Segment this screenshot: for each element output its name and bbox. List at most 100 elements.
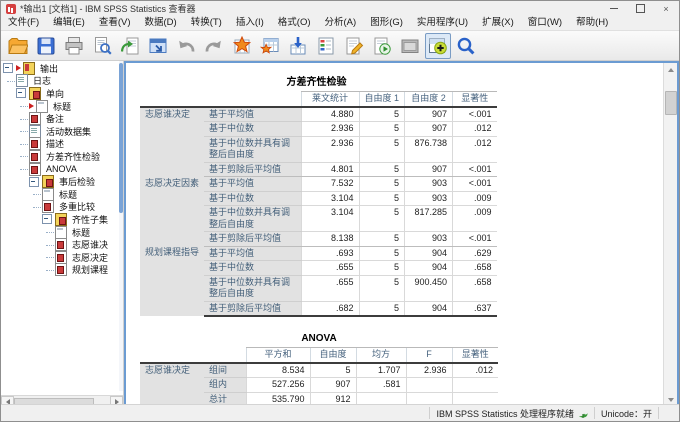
redo-button[interactable]	[201, 33, 227, 59]
table-cell: 5	[358, 106, 405, 122]
menu-o[interactable]: 格式(O)	[271, 16, 318, 30]
tree-item-规划课程[interactable]: 规划课程	[3, 263, 123, 277]
menu-w[interactable]: 窗口(W)	[521, 16, 569, 30]
doc-icon	[55, 250, 67, 264]
tree-item-ANOVA[interactable]: ANOVA	[3, 162, 123, 176]
table-cell: .658	[452, 275, 497, 302]
table-cell: 904	[404, 246, 453, 261]
doc-icon	[55, 263, 67, 277]
menu-h[interactable]: 帮助(H)	[569, 16, 615, 30]
outline-vertical-scrollbar[interactable]	[119, 61, 123, 391]
run-script-button[interactable]	[369, 33, 395, 59]
recall-dialogs-button[interactable]	[145, 33, 171, 59]
tree-item-备注[interactable]: 备注	[3, 112, 123, 126]
designate-window-button[interactable]	[397, 33, 423, 59]
print-button[interactable]	[61, 33, 87, 59]
scroll-up-arrow[interactable]	[664, 63, 677, 76]
content-vertical-scrollbar[interactable]	[663, 63, 677, 406]
undo-button[interactable]	[173, 33, 199, 59]
tree-item-志愿谁决[interactable]: 志愿谁决	[3, 238, 123, 252]
spss-app-icon	[6, 3, 16, 14]
save-button[interactable]	[33, 33, 59, 59]
run-script-icon	[374, 37, 391, 55]
table-cell: 8.534	[245, 362, 311, 378]
row-stub-label: 基于剪除后平均值	[204, 301, 302, 317]
tree-item-标题[interactable]: 标题	[3, 99, 123, 113]
export-button[interactable]	[117, 33, 143, 59]
table-row: 志愿谁决定 组间 8.534 5 1.707 2.936.012	[140, 362, 499, 406]
print-preview-icon	[95, 36, 112, 55]
menu-a[interactable]: 分析(A)	[318, 16, 364, 30]
insert-heading-icon	[346, 37, 364, 54]
output-table-anova[interactable]: 平方和 自由度 均方 F 显著性 志愿谁决定 组间 8.534 5 1.707 2.936.012 组…	[140, 347, 499, 406]
table-cell: 903	[404, 231, 453, 247]
open-file-button[interactable]	[5, 33, 31, 59]
row-stub-label: 组间	[204, 362, 247, 378]
export-icon	[120, 37, 139, 54]
insert-heading-button[interactable]	[341, 33, 367, 59]
tree-item-日志[interactable]: 日志	[3, 74, 123, 88]
close-button[interactable]: ×	[653, 1, 679, 16]
menu-g[interactable]: 图形(G)	[363, 16, 410, 30]
goto-case-button[interactable]	[257, 33, 283, 59]
tree-item-单向[interactable]: 单向	[3, 86, 123, 100]
table-cell: 5	[358, 176, 405, 192]
tree-item-方差齐性检验[interactable]: 方差齐性检验	[3, 149, 123, 163]
tree-item-label: 齐性子集	[72, 214, 109, 225]
menu-f[interactable]: 文件(F)	[1, 16, 46, 30]
doc-icon	[29, 137, 41, 151]
table-cell: .682	[300, 301, 360, 317]
scrollbar-thumb[interactable]	[119, 63, 123, 213]
outline-pane: 输出 日志 单向 标题 备注 活动数据集 描述 方差齐性检验 ANOVA 事后检验 标题 多重比较 齐性…	[1, 61, 124, 408]
tree-item-多重比较[interactable]: 多重比较	[3, 200, 123, 214]
collapse-expander-icon[interactable]	[42, 214, 52, 225]
print-preview-button[interactable]	[89, 33, 115, 59]
collapse-expander-icon[interactable]	[16, 88, 26, 99]
menu-d[interactable]: 数据(D)	[137, 16, 183, 30]
find-button[interactable]	[453, 33, 479, 59]
main-area: 输出 日志 单向 标题 备注 活动数据集 描述 方差齐性检验 ANOVA 事后检验 标题 多重比较 齐性…	[1, 61, 679, 408]
window-title: *输出1 [文档1] - IBM SPSS Statistics 查看器	[20, 4, 196, 14]
outline-tree: 输出 日志 单向 标题 备注 活动数据集 描述 方差齐性检验 ANOVA 事后检验 标题 多重比较 齐性…	[1, 61, 123, 277]
row-stub-label: 基于中位数并具有调整后自由度	[204, 136, 302, 163]
print-icon	[65, 36, 83, 54]
tree-item-描述[interactable]: 描述	[3, 137, 123, 151]
goto-variable-button[interactable]	[285, 33, 311, 59]
processor-status: IBM SPSS Statistics 处理程序就绪	[429, 407, 594, 419]
menu-e[interactable]: 编辑(E)	[46, 16, 92, 30]
tree-item-事后检验[interactable]: 事后检验	[3, 175, 123, 189]
tree-item-输出[interactable]: 输出	[3, 61, 123, 75]
table-cell: .012	[452, 136, 497, 163]
menu-t[interactable]: 转换(T)	[184, 16, 229, 30]
menu-u[interactable]: 实用程序(U)	[410, 16, 475, 30]
tree-item-活动数据集[interactable]: 活动数据集	[3, 124, 123, 138]
goto-data-button[interactable]	[229, 33, 255, 59]
table-cell: 903	[404, 191, 453, 206]
menu-v[interactable]: 查看(V)	[92, 16, 138, 30]
menu-i[interactable]: 插入(I)	[229, 16, 271, 30]
spss-viewer-window: *输出1 [文档1] - IBM SPSS Statistics 查看器 × 文…	[0, 0, 680, 422]
tree-item-标题[interactable]: 标题	[3, 225, 123, 239]
tree-item-label: 日志	[33, 76, 52, 87]
redo-icon	[205, 40, 221, 52]
table-cell: 907	[404, 121, 453, 137]
collapse-expander-icon[interactable]	[3, 63, 13, 74]
variables-button[interactable]	[313, 33, 339, 59]
menu-x[interactable]: 扩展(X)	[475, 16, 521, 30]
select-last-output-button[interactable]	[425, 32, 451, 59]
table-cell: 7.532	[300, 176, 360, 192]
tree-item-label: 活动数据集	[46, 126, 92, 137]
scrollbar-thumb[interactable]	[665, 91, 677, 115]
collapse-expander-icon[interactable]	[29, 176, 39, 187]
log-icon	[29, 124, 41, 138]
undo-icon	[179, 40, 195, 52]
table-cell: 5	[358, 246, 405, 261]
tree-item-标题[interactable]: 标题	[3, 187, 123, 201]
tree-item-齐性子集[interactable]: 齐性子集	[3, 212, 123, 226]
minimize-button[interactable]	[601, 1, 627, 16]
tree-item-志愿决定[interactable]: 志愿决定	[3, 250, 123, 264]
output-table-levene[interactable]: 莱文统计 自由度 1 自由度 2 显著性 志愿谁决定 基于平均值 4.880 5 907 <.00…	[140, 91, 497, 317]
tree-item-label: 规划课程	[72, 265, 109, 276]
maximize-button[interactable]	[627, 1, 653, 16]
column-header: 平方和	[245, 347, 311, 364]
